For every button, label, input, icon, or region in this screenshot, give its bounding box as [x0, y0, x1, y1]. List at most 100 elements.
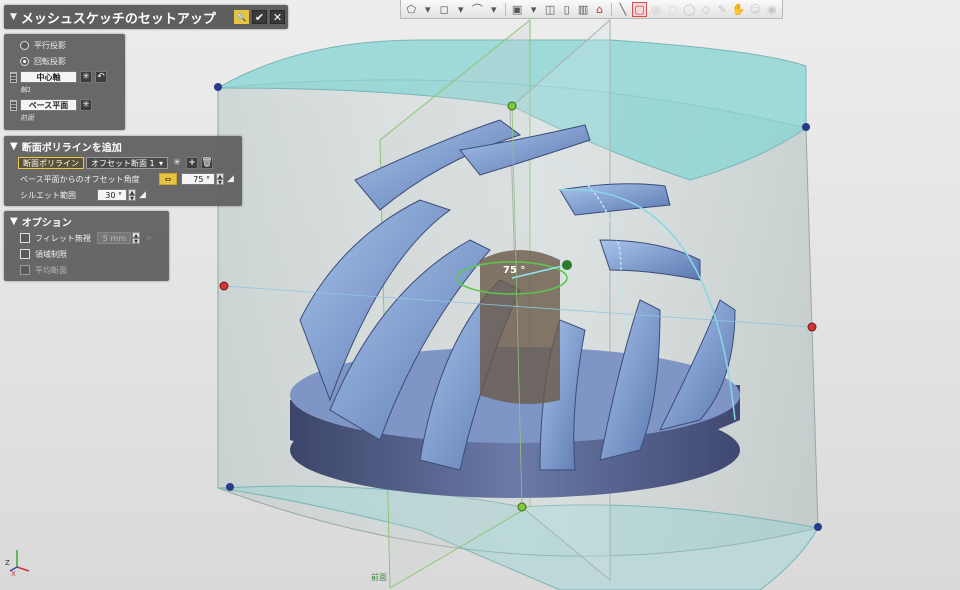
radio-parallel[interactable]	[20, 40, 29, 50]
radio-rotational[interactable]	[20, 56, 29, 66]
ok-button[interactable]: ✔	[252, 10, 267, 24]
region-label: 領域制限	[35, 249, 67, 259]
silhouette-input[interactable]: 30 °	[97, 189, 127, 201]
handle-blue-br	[814, 523, 822, 531]
view-toolbar: ⬠ ▾ ◻ ▾ ⌒ ▾ ▣ ▾ ◫ ▯ ▥ ⌂ ╲ ▢ ◎ ◌ ◯ ◇ ✎ ✋ …	[400, 0, 783, 19]
add-section-header[interactable]: ▼ 断面ポリラインを追加	[10, 138, 236, 155]
offset-section-select[interactable]: オフセット断面 1 ▾	[86, 157, 168, 169]
option-rotational[interactable]: 回転投影	[10, 53, 119, 69]
toolbar-divider	[610, 2, 612, 16]
asterisk-icon[interactable]: ✳	[80, 99, 92, 111]
chevron-down-icon[interactable]: ▾	[526, 2, 541, 17]
collapse-icon[interactable]: ▼	[10, 141, 18, 152]
search-icon[interactable]: ⌕	[143, 232, 155, 244]
slider-icon[interactable]: ◢	[139, 190, 146, 200]
offset-angle-value: 75 °	[193, 174, 210, 184]
base-plane-label: ベース平面	[28, 100, 69, 110]
axis-x-label: X	[11, 570, 16, 577]
collapse-icon[interactable]: ▼	[10, 216, 18, 227]
handle-red-left	[219, 281, 229, 291]
fillet-input[interactable]: 5 mm	[97, 232, 131, 244]
paint-icon[interactable]: ◇	[699, 2, 714, 17]
asterisk-icon[interactable]: ✳	[171, 157, 183, 169]
fillet-stepper[interactable]: ▲ ▼	[132, 232, 140, 245]
cancel-button[interactable]: ✕	[270, 10, 285, 24]
grab-icon[interactable]: ✋	[732, 2, 747, 17]
dialog-title: メッシュスケッチのセットアップ	[20, 11, 216, 27]
fillet-value: 5 mm	[102, 233, 126, 243]
view-cube-icon[interactable]: ⬠	[404, 2, 419, 17]
chevron-down-icon: ▾	[158, 158, 163, 168]
chevron-down-icon[interactable]: ▾	[454, 2, 469, 17]
center-axis-field[interactable]: 中心軸	[20, 71, 77, 83]
box-view-icon[interactable]: ◻	[437, 2, 452, 17]
chevron-down-icon[interactable]: ▾	[421, 2, 436, 17]
base-plane-field[interactable]: ベース平面	[20, 99, 77, 111]
toolbar-divider	[505, 2, 506, 16]
silhouette-value: 30 °	[105, 190, 122, 200]
grip-icon[interactable]	[10, 99, 17, 111]
region-checkbox[interactable]	[20, 249, 30, 259]
axis-triad: Z X	[5, 550, 30, 577]
projection-panel: 平行投影 回転投影 中心軸 ✳ ↶ 軸1 ベース平面 ✳ 前面	[4, 34, 125, 130]
options-title: オプション	[21, 218, 72, 229]
option-parallel-label: 平行投影	[34, 40, 66, 50]
axis-z-label: Z	[5, 559, 10, 567]
cube-icon[interactable]: ▣	[510, 2, 525, 17]
lasso-icon[interactable]: ◯	[682, 2, 697, 17]
section-view-icon[interactable]: ◫	[543, 2, 558, 17]
line-icon[interactable]: ╲	[616, 2, 631, 17]
plane-label: 前面	[371, 573, 387, 582]
center-axis-label: 中心軸	[36, 72, 61, 82]
average-checkbox[interactable]	[20, 265, 30, 275]
average-label: 平均断面	[35, 265, 67, 275]
silhouette-label: シルエット範囲	[20, 190, 76, 200]
document-icon[interactable]: ▯	[559, 2, 574, 17]
mesh-icon[interactable]: ⌂	[592, 2, 607, 17]
circle-select-icon[interactable]: ◎	[649, 2, 664, 17]
silhouette-stepper[interactable]: ▲ ▼	[128, 189, 136, 202]
angle-handle	[562, 260, 572, 270]
columns-icon[interactable]: ▥	[576, 2, 591, 17]
flip-icon[interactable]: ⇔	[159, 173, 177, 185]
collapse-icon[interactable]: ▼	[10, 12, 17, 22]
handle-blue-bl	[226, 483, 234, 491]
option-parallel[interactable]: 平行投影	[10, 37, 119, 53]
select-rect-icon[interactable]: ▢	[632, 1, 648, 17]
option-rotational-label: 回転投影	[34, 56, 66, 66]
edit-icon[interactable]: ✎	[715, 2, 730, 17]
center-axis-value: 軸1	[20, 86, 32, 94]
undo-icon[interactable]: ↶	[95, 71, 107, 83]
offset-angle-input[interactable]: 75 °	[181, 173, 215, 185]
slider-icon[interactable]: ◢	[227, 174, 234, 184]
options-panel: ▼ オプション フィレット無視 5 mm ▲ ▼ ⌕ 領域制限 平均断面	[4, 211, 169, 281]
user-icon[interactable]: ☺	[748, 2, 763, 17]
handle-green-bottom	[517, 502, 527, 512]
offset-angle-stepper[interactable]: ▲ ▼	[216, 173, 224, 186]
polygon-select-icon[interactable]: ◌	[666, 2, 681, 17]
preview-icon[interactable]: 🔍	[234, 10, 249, 24]
plus-icon[interactable]: +	[186, 157, 198, 169]
grip-icon[interactable]	[10, 71, 17, 83]
fillet-checkbox[interactable]	[20, 233, 30, 243]
add-section-title: 断面ポリラインを追加	[21, 143, 122, 154]
section-polyline-button[interactable]: 断面ポリライン	[18, 157, 84, 169]
asterisk-icon[interactable]: ✳	[80, 71, 92, 83]
offset-section-value: オフセット断面 1	[91, 158, 155, 168]
handle-blue-tl	[214, 83, 222, 91]
3d-viewport[interactable]	[0, 0, 960, 590]
handle-green-top	[507, 101, 517, 111]
arc-icon[interactable]: ⌒	[470, 2, 485, 17]
handle-red-right	[807, 322, 817, 332]
viewport-scene	[214, 18, 822, 590]
base-plane-value: 前面	[20, 114, 34, 122]
options-header[interactable]: ▼ オプション	[10, 213, 163, 230]
add-section-panel: ▼ 断面ポリラインを追加 断面ポリライン オフセット断面 1 ▾ ✳ + 🗑 ベース…	[4, 136, 242, 206]
trash-icon[interactable]: 🗑	[201, 157, 213, 169]
fillet-label: フィレット無視	[35, 233, 91, 243]
eye-icon[interactable]: ◉	[765, 2, 780, 17]
angle-annotation: 75 °	[503, 265, 526, 276]
offset-angle-label: ベース平面からのオフセット角度	[20, 174, 140, 184]
chevron-down-icon[interactable]: ▾	[487, 2, 502, 17]
dialog-title-bar: ▼ メッシュスケッチのセットアップ 🔍 ✔ ✕	[4, 5, 288, 29]
